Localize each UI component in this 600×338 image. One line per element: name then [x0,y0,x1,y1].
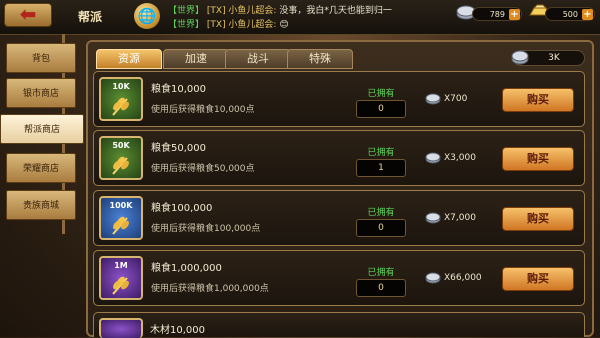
silver-coin-icon [425,93,441,105]
silver-amount: 789 [489,10,505,19]
sidebar-item-honor-shop[interactable]: 荣耀商店 [6,153,76,183]
silver-coin-icon [425,272,441,284]
page-title: 帮派 [78,10,103,24]
item-name: 粮食1,000,000 [151,263,222,274]
sidebar-item-backpack[interactable]: 背包 [6,43,76,73]
chat-channel: 【世界】 [168,20,205,30]
silver-coin-icon [511,50,529,65]
shop-item: 50K 粮食50,000 使用后获得粮食50,000点 已拥有 1 X3,000… [93,130,585,186]
chat-line[interactable]: 【世界】 [TX] 小鱼儿超会: 😊 [168,17,289,30]
sidebar-item-noble-mall[interactable]: 贵族商城 [6,190,76,220]
wheat-icon [112,276,129,295]
item-price: X3,000 [444,153,476,163]
item-price: X7,000 [444,213,476,223]
item-name-partial: 木材10,000 [150,325,205,336]
top-bar: ⬅ 帮派 🌐 【世界】 [TX] 小鱼儿超会: 没事，我白*几天也能到归一 【世… [0,0,600,35]
add-gold-button[interactable]: + [582,9,593,20]
tab-battle[interactable]: 战斗 [225,49,291,69]
world-chat-globe-icon[interactable]: 🌐 [134,3,160,29]
guild-currency-amount: 3K [548,53,560,63]
item-price: X66,000 [444,273,482,283]
chat-line[interactable]: 【世界】 [TX] 小鱼儿超会: 没事，我白*几天也能到归一 [168,3,392,16]
item-description: 使用后获得粮食10,000点 [151,105,255,115]
item-description: 使用后获得粮食1,000,000点 [151,284,269,294]
owned-label: 已拥有 [367,208,395,218]
chat-text: 没事，我白*几天也能到归一 [279,6,392,16]
owned-label: 已拥有 [367,268,395,278]
chat-sender: [TX] 小鱼儿超会: [206,6,277,16]
item-icon[interactable]: 50K [99,136,143,180]
wheat-icon [112,216,129,235]
item-price: X700 [444,94,468,104]
item-icon[interactable]: 1M [99,256,143,300]
back-arrow-icon: ⬅ [19,2,37,26]
item-icon[interactable]: 10K [99,77,143,121]
buy-button[interactable]: 购买 [502,207,574,231]
wheat-icon [112,97,129,116]
silver-coin-icon [425,212,441,224]
sidebar-item-guild-shop[interactable]: 帮派商店 [0,114,84,144]
tab-special[interactable]: 特殊 [287,49,353,69]
owned-count: 1 [356,159,406,177]
item-name: 粮食10,000 [151,84,206,95]
tab-speedup[interactable]: 加速 [163,49,229,69]
shop-item: 10K 粮食10,000 使用后获得粮食10,000点 已拥有 0 X700 购… [93,71,585,127]
shop-item: 1M 粮食1,000,000 使用后获得粮食1,000,000点 已拥有 0 X… [93,250,585,306]
owned-label: 已拥有 [367,148,395,158]
item-badge: 10K [112,82,130,91]
silver-resource: 789 + [472,7,522,21]
owned-count: 0 [356,219,406,237]
owned-label: 已拥有 [367,89,395,99]
add-silver-button[interactable]: + [509,9,520,20]
tab-resources[interactable]: 资源 [96,49,162,69]
item-badge: 100K [109,201,133,210]
buy-button[interactable]: 购买 [502,88,574,112]
sidebar-item-silver-shop[interactable]: 银市商店 [6,78,76,108]
buy-button[interactable]: 购买 [502,147,574,171]
back-button[interactable]: ⬅ [4,3,52,27]
chat-sender: [TX] 小鱼儿超会: [206,20,277,30]
owned-count: 0 [356,279,406,297]
gold-resource: 500 + [545,7,595,21]
item-badge: 50K [112,141,130,150]
buy-button[interactable]: 购买 [502,267,574,291]
item-name: 粮食50,000 [151,143,206,154]
item-icon [99,318,143,338]
item-badge: 1M [114,261,128,270]
item-icon[interactable]: 100K [99,196,143,240]
chat-channel: 【世界】 [168,6,205,16]
item-description: 使用后获得粮食50,000点 [151,164,255,174]
owned-count: 0 [356,100,406,118]
wheat-icon [112,156,129,175]
shop-item: 100K 粮食100,000 使用后获得粮食100,000点 已拥有 0 X7,… [93,190,585,246]
chat-emoji-icon: 😊 [279,20,289,30]
item-description: 使用后获得粮食100,000点 [151,224,261,234]
item-name: 粮食100,000 [151,203,213,214]
gold-amount: 500 [562,10,578,19]
silver-coin-icon [425,152,441,164]
